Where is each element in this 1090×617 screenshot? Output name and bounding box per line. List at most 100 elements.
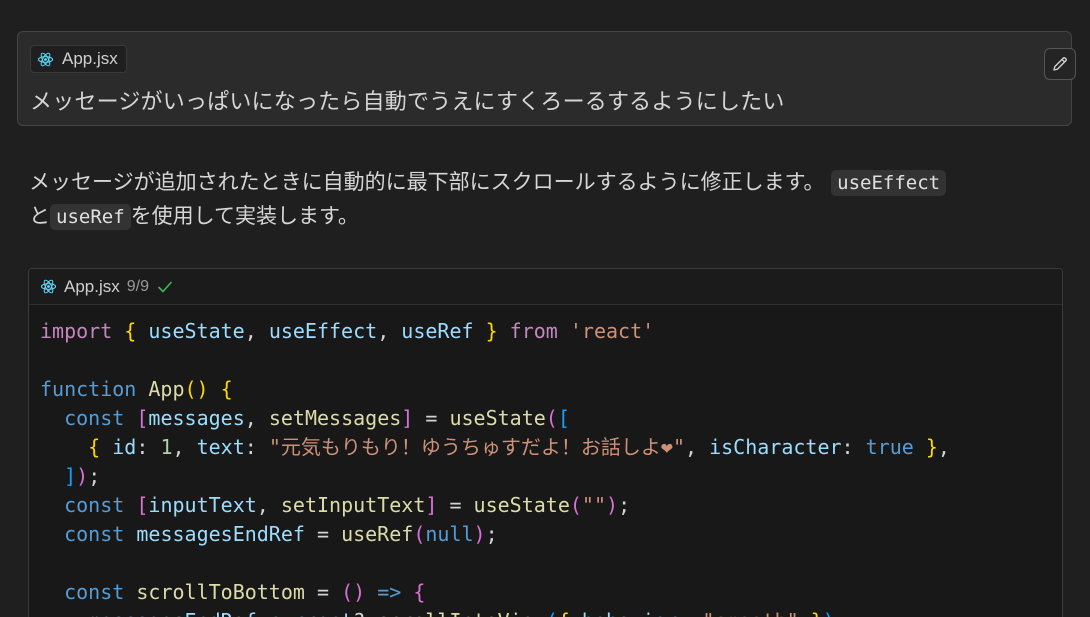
edit-counter: 9/9 xyxy=(126,277,149,295)
user-prompt-text: メッセージがいっぱいになったら自動でうえにすくろーるするようにしたい xyxy=(30,90,785,115)
code-token: ( xyxy=(546,609,558,617)
attached-file-chip[interactable]: App.jsx xyxy=(30,45,127,73)
check-icon xyxy=(158,281,172,292)
code-token: ?. xyxy=(353,609,377,617)
code-line: import { useState, useEffect, useRef } f… xyxy=(40,317,950,346)
code-token: { xyxy=(413,580,426,604)
code-token: () xyxy=(341,580,366,604)
code-token: { xyxy=(124,319,137,343)
edit-prompt-button[interactable] xyxy=(1044,48,1076,80)
code-token: messages xyxy=(148,406,245,430)
user-prompt-card: App.jsx メッセージがいっぱいになったら自動でうえにすくろーるするようにし… xyxy=(17,31,1076,126)
react-icon xyxy=(37,52,54,66)
code-token: isCharacter xyxy=(709,435,842,459)
code-token: { xyxy=(88,435,101,459)
code-token: ; xyxy=(618,493,631,517)
attached-file-label: App.jsx xyxy=(62,49,118,68)
code-line: ]); xyxy=(40,462,950,491)
code-token: 1 xyxy=(160,435,173,459)
code-token: : xyxy=(841,435,866,459)
code-token: ; xyxy=(835,609,847,617)
code-token: function xyxy=(40,377,137,401)
code-token: => xyxy=(377,580,402,604)
code-token: useRef xyxy=(341,522,414,546)
inline-code-useref: useRef xyxy=(50,204,131,230)
code-token: messagesEndRef xyxy=(136,522,305,546)
code-token: useEffect xyxy=(268,319,378,343)
code-token: } xyxy=(485,319,498,343)
code-token: ) xyxy=(823,609,835,617)
code-token: text xyxy=(196,435,245,459)
code-content: import { useState, useEffect, useRef } f… xyxy=(40,317,950,617)
code-token: = xyxy=(304,580,342,604)
code-token: inputText xyxy=(148,493,257,517)
code-token: { xyxy=(558,609,570,617)
code-token: , xyxy=(244,406,269,430)
code-token: , xyxy=(172,435,197,459)
code-token: scrollToBottom xyxy=(136,580,305,604)
code-token: } xyxy=(925,435,938,459)
code-token: const xyxy=(64,406,125,430)
code-token: ) xyxy=(473,522,486,546)
code-token: const xyxy=(64,522,125,546)
code-token: setMessages xyxy=(268,406,402,430)
chat-view: App.jsx メッセージがいっぱいになったら自動でうえにすくろーるするようにし… xyxy=(0,0,1090,617)
code-token: ] xyxy=(425,493,438,517)
code-token: , xyxy=(377,319,402,343)
code-token: ( xyxy=(413,522,426,546)
assistant-response: メッセージが追加されたときに自動的に最下部にスクロールするように修正します。 u… xyxy=(29,166,1059,234)
code-token: ) xyxy=(606,493,619,517)
code-token: const xyxy=(64,493,125,517)
code-line: const messagesEndRef = useRef(null); xyxy=(40,520,950,549)
code-token: , xyxy=(256,493,281,517)
code-token: : xyxy=(678,609,702,617)
code-token: behavior xyxy=(582,609,678,617)
code-token: ( xyxy=(569,493,582,517)
code-block-header[interactable]: App.jsx 9/9 xyxy=(29,269,1062,305)
code-token: : xyxy=(136,435,161,459)
code-token: 'react' xyxy=(569,319,655,343)
code-token: scrollIntoView xyxy=(377,609,546,617)
code-filename: App.jsx xyxy=(64,276,120,296)
pencil-icon xyxy=(1053,57,1067,71)
code-token: messagesEndRef xyxy=(88,609,257,617)
code-token: = xyxy=(413,406,450,430)
code-token: ) xyxy=(76,464,89,488)
code-token: ] xyxy=(401,406,414,430)
code-token: ; xyxy=(88,464,101,488)
code-line: const scrollToBottom = () => { xyxy=(40,578,950,607)
code-token: true xyxy=(865,435,914,459)
inline-code-useeffect: useEffect xyxy=(831,170,947,196)
code-token: { xyxy=(220,377,233,401)
code-token: useState xyxy=(449,406,546,430)
code-token: from xyxy=(509,319,558,343)
response-text: を使用して実装します。 xyxy=(130,204,359,228)
code-token: null xyxy=(425,522,474,546)
code-token: ; xyxy=(485,522,498,546)
code-line: messagesEndRef.current?.scrollIntoView({… xyxy=(40,607,950,617)
code-token: . xyxy=(257,609,269,617)
code-token: id xyxy=(112,435,137,459)
code-line: { id: 1, text: "元気もりもり！ゆうちゅすだよ！お話しよ❤", i… xyxy=(40,433,950,462)
code-token: = xyxy=(304,522,342,546)
